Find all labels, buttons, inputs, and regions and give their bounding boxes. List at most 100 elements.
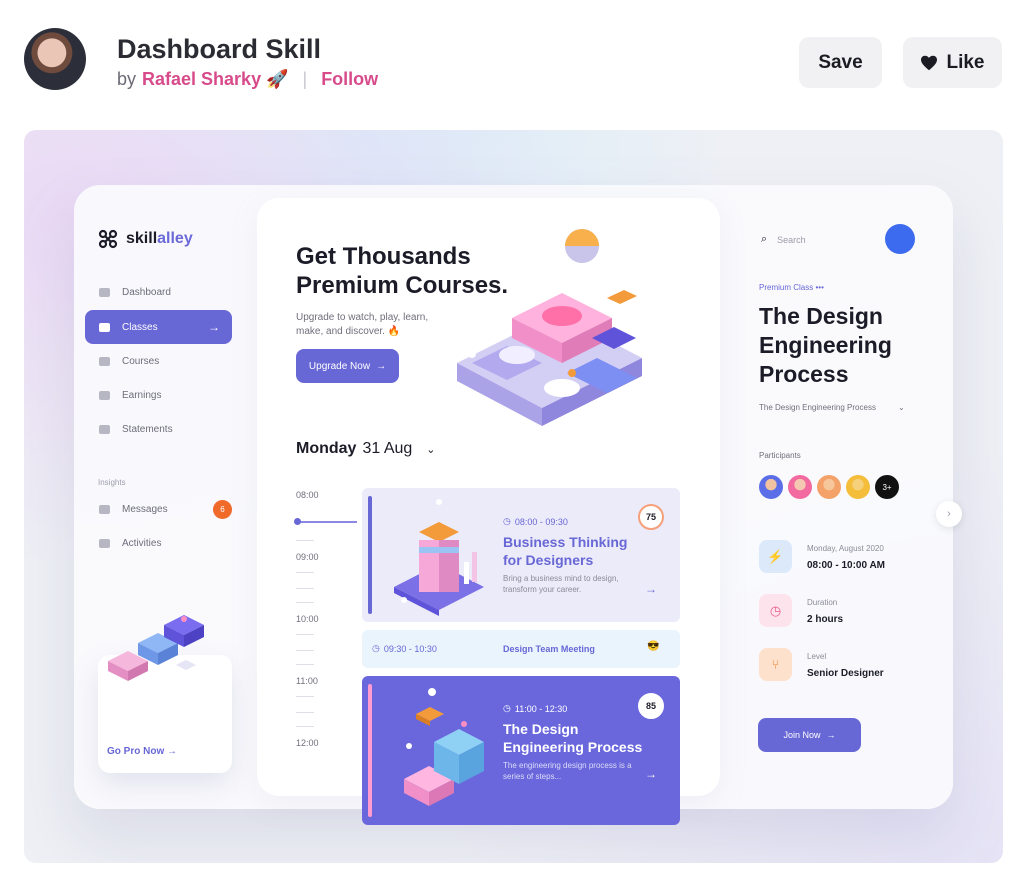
insights-heading: Insights	[98, 478, 126, 487]
nav-statements[interactable]: Statements	[85, 412, 232, 446]
arrow-right-icon: →	[826, 730, 836, 740]
chevron-right-icon: ›	[947, 508, 951, 520]
event-time: ◷ 11:00 - 12:30	[503, 703, 567, 714]
save-button[interactable]: Save	[799, 37, 882, 88]
book-icon	[99, 356, 110, 366]
event-bar	[368, 496, 372, 614]
current-time-line	[297, 521, 357, 523]
event-bar	[368, 684, 372, 817]
event-title: Design Team Meeting	[503, 644, 595, 654]
time-label: 12:00	[296, 738, 319, 748]
nav-label: Dashboard	[122, 286, 171, 298]
event-title: The Design Engineering Process	[503, 721, 643, 755]
arrow-right-icon: →	[167, 746, 178, 757]
event-description: The engineering design process is a seri…	[503, 761, 632, 781]
more-dots-icon[interactable]: •••	[815, 283, 823, 292]
class-select-value: The Design Engineering Process	[759, 403, 876, 412]
nav-label: Classes	[122, 321, 158, 333]
lightning-icon: ⚡	[759, 540, 792, 573]
logo-text-a: skill	[126, 230, 158, 247]
follow-link[interactable]: Follow	[321, 69, 378, 90]
join-now-button[interactable]: Join Now →	[758, 718, 861, 752]
event-time-text: 08:00 - 09:30	[514, 516, 568, 527]
event-card[interactable]: ◷ 09:30 - 10:30 Design Team Meeting 😎	[362, 630, 680, 668]
shot-canvas: skillalley Dashboard Classes → Courses Ea…	[24, 130, 1003, 863]
nav-activities[interactable]: Activities	[85, 526, 232, 560]
arrow-right-icon[interactable]: →	[645, 582, 657, 596]
event-card[interactable]: ◷ 08:00 - 09:30 Business Thinking for Des…	[362, 488, 680, 622]
event-score-ring: 85	[638, 693, 664, 719]
clock-icon: ◷	[503, 703, 511, 713]
event-description: Bring a business mind to design, transfo…	[503, 574, 619, 594]
time-label: 09:00	[296, 552, 319, 562]
event-time: ◷ 08:00 - 09:30	[503, 516, 568, 527]
upgrade-label: Upgrade Now	[308, 360, 371, 372]
app-frame: skillalley Dashboard Classes → Courses Ea…	[74, 185, 953, 825]
time-tick	[296, 540, 314, 541]
chart-tower-illustration	[394, 499, 484, 616]
date-label: Monday, August 2020	[807, 544, 884, 553]
nav-label: Activities	[122, 537, 162, 549]
event-score-ring: 75	[638, 504, 664, 530]
hierarchy-icon: ⑂	[759, 648, 792, 681]
premium-text: Premium Class	[759, 283, 814, 292]
shot-header: Dashboard Skill by Rafael Sharky 🚀 | Fol…	[0, 0, 1024, 120]
nav-label: Earnings	[122, 389, 162, 401]
by-label: by	[117, 69, 137, 89]
nav-messages[interactable]: Messages 6	[85, 492, 232, 526]
class-title: The Design Engineering Process	[759, 303, 892, 387]
next-shot-button[interactable]: ›	[936, 501, 962, 527]
save-label: Save	[818, 51, 863, 73]
schedule-day-selector[interactable]: Monday 31 Aug ⌄	[296, 440, 436, 458]
lightning-icon	[99, 538, 110, 548]
box-icon	[99, 287, 110, 297]
isometric-steps-illustration	[108, 615, 204, 681]
premium-class-label: Premium Class •••	[759, 283, 824, 292]
participant-avatar[interactable]	[759, 475, 783, 499]
byline: by Rafael Sharky 🚀 | Follow	[117, 69, 378, 90]
event-card[interactable]: ◷ 11:00 - 12:30 The Design Engineering Pr…	[362, 676, 680, 825]
class-select[interactable]: The Design Engineering Process ⌄	[759, 403, 905, 412]
event-score: 75	[645, 512, 656, 522]
app-logo[interactable]: skillalley	[98, 229, 193, 249]
time-label: 08:00	[296, 490, 319, 500]
participant-avatar[interactable]	[817, 475, 841, 499]
search-icon: ⌕	[761, 233, 768, 245]
date-value: 08:00 - 10:00 AM	[807, 560, 885, 571]
chevron-down-icon: ⌄	[426, 443, 436, 456]
main-panel: Get Thousands Premium Courses. Upgrade t…	[257, 198, 720, 825]
nav-earnings[interactable]: Earnings	[85, 378, 232, 412]
event-time-text: 11:00 - 12:30	[514, 703, 568, 714]
messages-badge: 6	[213, 499, 232, 519]
day-name: Monday	[296, 440, 357, 457]
participant-avatar[interactable]	[788, 475, 812, 499]
go-pro-link[interactable]: Go Pro Now →	[107, 746, 177, 757]
search-input[interactable]: ⌕ Search	[761, 233, 806, 246]
isometric-blocks-illustration	[404, 688, 484, 806]
nav-dashboard[interactable]: Dashboard	[85, 275, 232, 309]
time-tick	[296, 712, 314, 713]
duration-value: 2 hours	[807, 614, 844, 625]
nav-classes[interactable]: Classes →	[85, 310, 232, 344]
like-label: Like	[946, 51, 985, 73]
author-link[interactable]: Rafael Sharky 🚀	[142, 69, 288, 90]
upgrade-button[interactable]: Upgrade Now →	[296, 349, 399, 383]
time-tick	[296, 650, 314, 651]
time-tick	[296, 602, 314, 603]
like-button[interactable]: Like	[903, 37, 1002, 88]
clock-icon: ◷	[503, 516, 511, 526]
event-time: ◷ 09:30 - 10:30	[372, 643, 437, 654]
join-label: Join Now	[783, 730, 821, 740]
go-pro-label: Go Pro Now	[107, 746, 165, 757]
participant-avatar[interactable]	[846, 475, 870, 499]
nav-label: Courses	[122, 355, 160, 367]
more-participants[interactable]: 3+	[875, 475, 899, 499]
author-avatar[interactable]	[24, 28, 86, 90]
arrow-right-icon: →	[376, 360, 387, 372]
card-icon	[99, 390, 110, 400]
shield-avatar-icon[interactable]	[885, 224, 915, 254]
nav-courses[interactable]: Courses	[85, 344, 232, 378]
logo-text-b: alley	[157, 230, 193, 247]
arrow-right-icon[interactable]: →	[645, 767, 657, 781]
event-title: Business Thinking for Designers	[503, 534, 628, 568]
